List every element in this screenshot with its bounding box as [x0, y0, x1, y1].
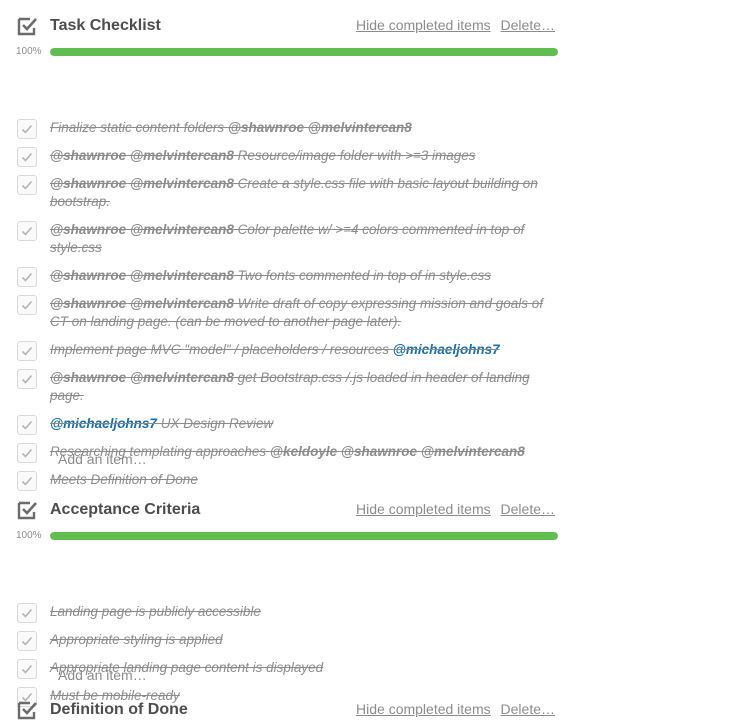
item-text-segment: Landing page is publicly accessible: [50, 604, 261, 619]
delete-link[interactable]: Delete…: [501, 501, 555, 517]
check-icon: [21, 636, 33, 646]
checklist-title: Acceptance Criteria: [50, 501, 201, 518]
checkbox-icon: [16, 499, 38, 521]
item-text[interactable]: Finalize static content folders @shawnro…: [50, 119, 550, 137]
check-icon: [21, 300, 33, 310]
item-checkbox[interactable]: [17, 119, 37, 139]
item-text-segment: UX Design Review: [156, 416, 274, 431]
item-checkbox[interactable]: [17, 175, 37, 195]
user-mention[interactable]: @michaeljohns7: [393, 342, 500, 357]
user-mention: @melvintercan8: [129, 148, 234, 163]
user-mention: @shawnroe: [50, 268, 127, 283]
check-icon: [21, 152, 33, 162]
item-checkbox[interactable]: [17, 267, 37, 287]
checklist-definition: Definition of Done Hide completed items …: [0, 700, 729, 720]
checklist-actions: Hide completed items Delete…: [350, 701, 555, 717]
check-icon: [21, 272, 33, 282]
check-icon: [21, 180, 33, 190]
user-mention: @melvintercan8: [129, 268, 234, 283]
checklist-title: Task Checklist: [50, 17, 161, 34]
hide-completed-link[interactable]: Hide completed items: [356, 17, 491, 33]
user-mention: @shawnroe: [227, 120, 305, 135]
item-checkbox[interactable]: [17, 631, 37, 651]
check-icon: [21, 608, 33, 618]
item-checkbox[interactable]: [17, 415, 37, 435]
progress-percent: 100%: [16, 530, 42, 541]
checkbox-icon: [16, 15, 38, 37]
checklist-header: Acceptance Criteria Hide completed items…: [0, 484, 729, 541]
add-item-button[interactable]: Add an item…: [58, 667, 147, 683]
checkbox-icon: [16, 700, 38, 720]
hide-completed-link[interactable]: Hide completed items: [356, 501, 491, 517]
user-mention: @melvintercan8: [129, 176, 234, 191]
item-text[interactable]: @shawnroe @melvintercan8 Two fonts comme…: [50, 267, 550, 285]
user-mention: @melvintercan8: [129, 370, 234, 385]
user-mention: @shawnroe: [50, 176, 127, 191]
item-checkbox[interactable]: [17, 221, 37, 241]
item-checkbox[interactable]: [17, 341, 37, 361]
user-mention: @shawnroe: [50, 148, 127, 163]
user-mention: @melvintercan8: [420, 444, 525, 459]
add-item-button[interactable]: Add an item…: [58, 451, 147, 467]
checklist-task: Task Checklist Hide completed items Dele…: [0, 0, 729, 491]
check-icon: [21, 124, 33, 134]
item-text[interactable]: @shawnroe @melvintercan8 Create a style.…: [50, 175, 550, 211]
item-checkbox[interactable]: [17, 369, 37, 389]
user-mention[interactable]: @michaeljohns7: [50, 416, 157, 431]
user-mention: @melvintercan8: [307, 120, 412, 135]
item-checkbox[interactable]: [17, 147, 37, 167]
check-icon: [21, 226, 33, 236]
item-text[interactable]: Landing page is publicly accessible: [50, 603, 550, 621]
item-text-segment: Implement page MVC "model" / placeholder…: [50, 342, 393, 357]
item-text[interactable]: Appropriate styling is applied: [50, 631, 550, 649]
check-icon: [21, 448, 33, 458]
user-mention: @melvintercan8: [129, 222, 234, 237]
user-mention: @shawnroe: [50, 370, 127, 385]
checklist-header: Definition of Done Hide completed items …: [0, 700, 729, 720]
item-text[interactable]: @michaeljohns7 UX Design Review: [50, 415, 550, 433]
delete-link[interactable]: Delete…: [501, 17, 555, 33]
item-text-segment: Resource/image folder with >=3 images: [233, 148, 476, 163]
item-checkbox[interactable]: [17, 443, 37, 463]
checklist-acceptance: Acceptance Criteria Hide completed items…: [0, 484, 729, 707]
item-checkbox[interactable]: [17, 295, 37, 315]
progress-bar: [50, 48, 558, 56]
item-text[interactable]: @shawnroe @melvintercan8 Color palette w…: [50, 221, 550, 257]
item-text[interactable]: @shawnroe @melvintercan8 Write draft of …: [50, 295, 550, 331]
progress-fill: [50, 48, 558, 56]
check-icon: [21, 664, 33, 674]
checklist-title: Definition of Done: [50, 701, 188, 718]
item-text-segment: Finalize static content folders: [50, 120, 228, 135]
progress-fill: [50, 532, 558, 540]
user-mention: @keldoyle: [269, 444, 338, 459]
user-mention: @shawnroe: [50, 296, 127, 311]
check-icon: [21, 420, 33, 430]
check-icon: [21, 374, 33, 384]
item-text-segment: Two fonts commented in top of in style.c…: [233, 268, 492, 283]
user-mention: @melvintercan8: [129, 296, 234, 311]
hide-completed-link[interactable]: Hide completed items: [356, 701, 491, 717]
checklist-actions: Hide completed items Delete…: [350, 17, 555, 33]
check-icon: [21, 346, 33, 356]
progress-percent: 100%: [16, 46, 42, 57]
item-checkbox[interactable]: [17, 603, 37, 623]
item-text[interactable]: @shawnroe @melvintercan8 get Bootstrap.c…: [50, 369, 550, 405]
delete-link[interactable]: Delete…: [501, 701, 555, 717]
item-text[interactable]: Implement page MVC "model" / placeholder…: [50, 341, 550, 359]
checklist-actions: Hide completed items Delete…: [350, 501, 555, 517]
progress-bar: [50, 532, 558, 540]
item-checkbox[interactable]: [17, 659, 37, 679]
item-text[interactable]: @shawnroe @melvintercan8 Resource/image …: [50, 147, 550, 165]
user-mention: @shawnroe: [50, 222, 127, 237]
item-text-segment: Appropriate styling is applied: [50, 632, 223, 647]
checklist-header: Task Checklist Hide completed items Dele…: [0, 0, 729, 57]
user-mention: @shawnroe: [340, 444, 418, 459]
